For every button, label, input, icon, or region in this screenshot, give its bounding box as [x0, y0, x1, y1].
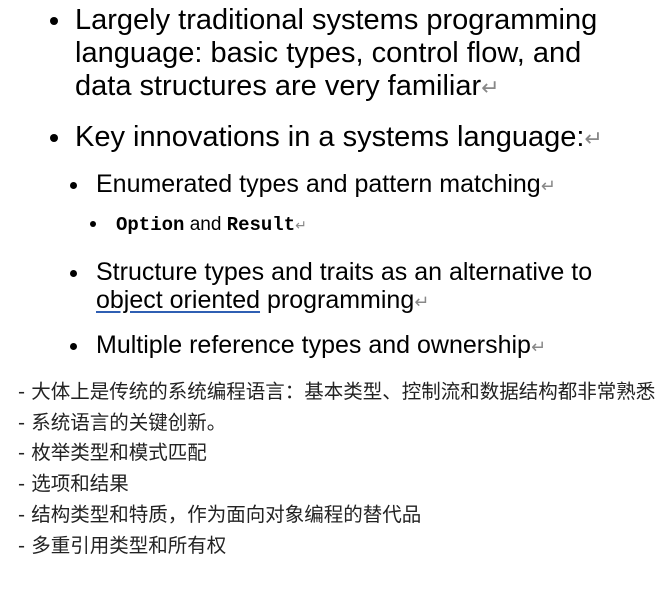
bullet-text: Enumerated types and pattern matching↵	[96, 170, 556, 201]
bullet-line: data structures are very familiar	[75, 70, 482, 102]
bullet-line: programming	[260, 286, 415, 314]
bullet-text: Largely traditional systems programming …	[75, 4, 597, 105]
translation-line: - 结构类型和特质，作为面向对象编程的替代品	[18, 502, 422, 526]
bullet-line: Largely traditional systems programming	[75, 4, 598, 36]
bullet-text: Structure types and traits as an alterna…	[96, 258, 592, 317]
object-oriented-link[interactable]: object oriented	[96, 286, 260, 314]
bullet-line: Structure types and traits as an alterna…	[96, 258, 593, 286]
code-result: Result	[226, 214, 296, 236]
bullet-key-innovations: Key innovations in a systems language:↵	[50, 121, 603, 156]
translation-line: - 多重引用类型和所有权	[18, 533, 227, 557]
bullet-dot-icon	[70, 182, 77, 189]
translation-line: - 大体上是传统的系统编程语言：基本类型、控制流和数据结构都非常熟悉	[18, 380, 656, 403]
translation-line: - 选项和结果	[18, 472, 129, 496]
code-option: Option	[116, 214, 185, 236]
paragraph-mark-icon: ↵	[295, 218, 307, 234]
translation-line: - 枚举类型和模式匹配	[18, 441, 207, 465]
bullet-traditional-language: Largely traditional systems programming …	[50, 4, 597, 105]
subbullet-structure-types: Structure types and traits as an alterna…	[70, 258, 592, 317]
subsubbullet-option-result: Option and Result↵	[90, 213, 307, 238]
paragraph-mark-icon: ↵	[481, 76, 500, 101]
translation-line: - 系统语言的关键创新。	[18, 410, 227, 434]
bullet-line: Key innovations in a systems language:	[75, 121, 585, 153]
bullet-line: language: basic types, control flow, and	[75, 37, 582, 69]
bullet-dot-icon	[50, 134, 58, 142]
translation-list: - 大体上是传统的系统编程语言：基本类型、控制流和数据结构都非常熟悉 - 系统语…	[18, 377, 663, 561]
bullet-dot-icon	[70, 270, 77, 277]
paragraph-mark-icon: ↵	[540, 176, 556, 197]
slide-page: Largely traditional systems programming …	[0, 0, 668, 601]
paragraph-mark-icon: ↵	[414, 292, 430, 313]
bullet-dot-icon	[90, 221, 96, 227]
joiner-text: and	[184, 214, 227, 235]
bullet-text: Key innovations in a systems language:↵	[75, 121, 603, 156]
bullet-line: Multiple reference types and ownership	[96, 331, 531, 359]
paragraph-mark-icon: ↵	[530, 337, 547, 358]
bullet-dot-icon	[50, 17, 58, 25]
subbullet-reference-types: Multiple reference types and ownership↵	[70, 331, 546, 362]
bullet-text: Multiple reference types and ownership↵	[96, 331, 546, 362]
bullet-dot-icon	[70, 343, 77, 350]
bullet-line: Enumerated types and pattern matching	[96, 170, 541, 198]
subbullet-enumerated-types: Enumerated types and pattern matching↵	[70, 170, 556, 201]
paragraph-mark-icon: ↵	[584, 127, 603, 152]
bullet-text: Option and Result↵	[116, 213, 307, 238]
